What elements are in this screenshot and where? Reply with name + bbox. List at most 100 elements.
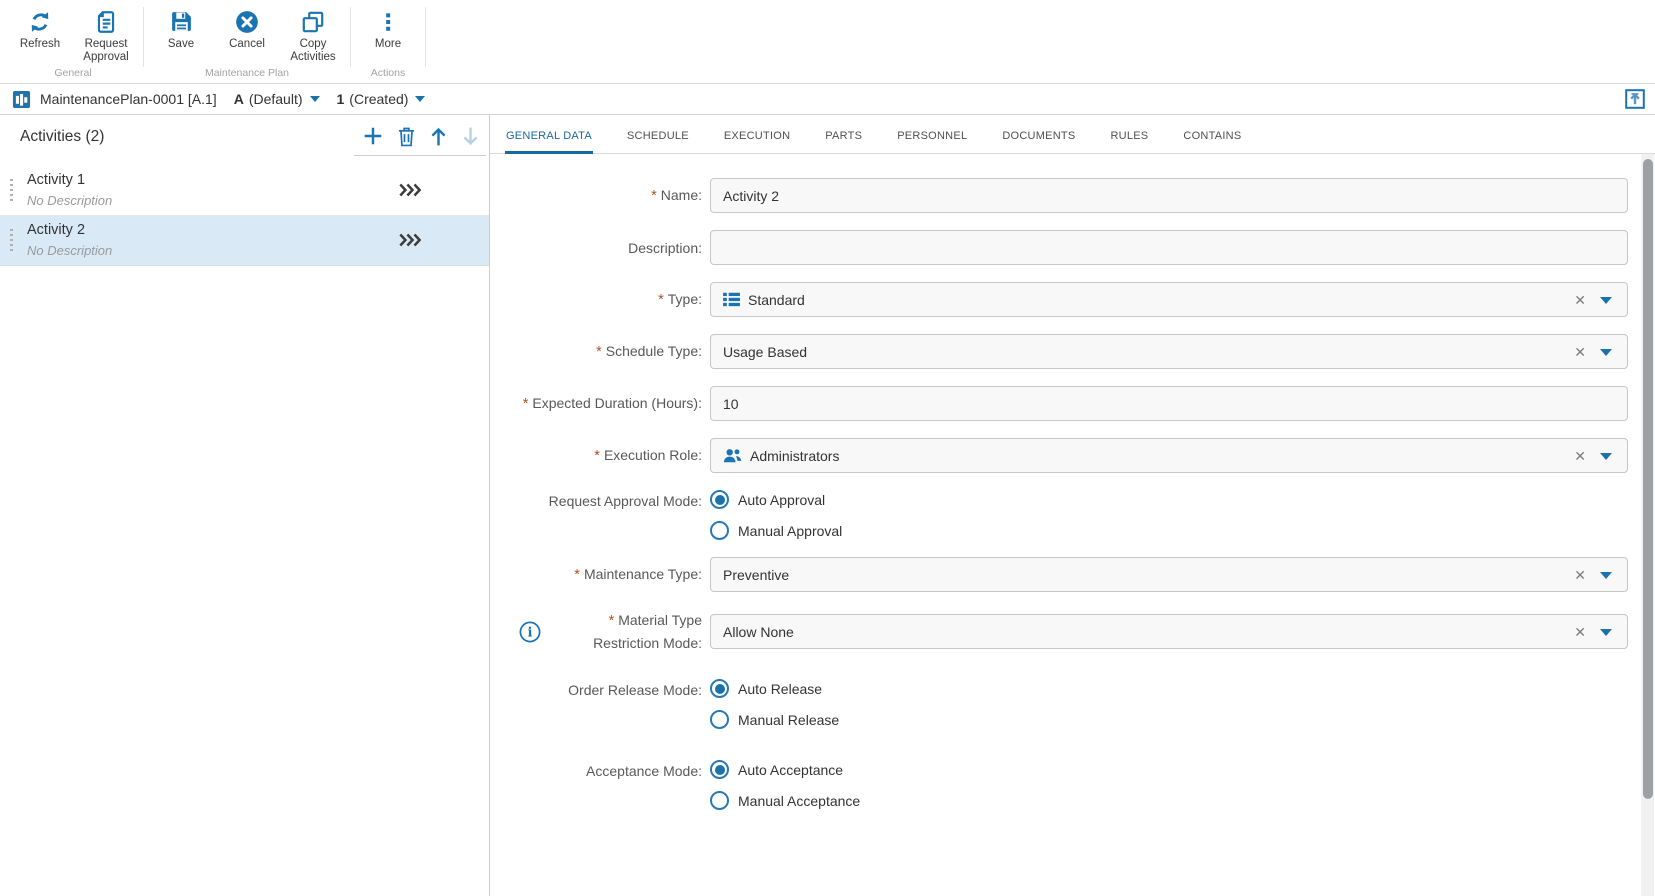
radio-option-manual-release[interactable]: Manual Release	[710, 710, 839, 729]
toolbar-separator	[350, 7, 351, 67]
radio-selected-icon[interactable]	[710, 760, 729, 779]
activity-list-item[interactable]: Activity 1 No Description	[0, 166, 489, 216]
form-row-execution-role: *Execution Role: Administrators ✕	[490, 438, 1655, 473]
form-row-description: Description:	[490, 230, 1655, 265]
type-dropdown[interactable]: Standard ✕	[710, 282, 1628, 317]
radio-unselected-icon[interactable]	[710, 791, 729, 810]
move-down-icon[interactable]	[461, 126, 480, 147]
radio-selected-icon[interactable]	[710, 679, 729, 698]
save-button[interactable]: Save	[149, 5, 213, 65]
open-in-window-icon[interactable]	[1625, 89, 1645, 109]
radio-option-manual-approval[interactable]: Manual Approval	[710, 521, 842, 540]
clear-icon[interactable]: ✕	[1574, 623, 1586, 641]
refresh-icon	[27, 8, 53, 35]
maintenance-plan-icon	[12, 90, 31, 109]
execution-role-dropdown[interactable]: Administrators ✕	[710, 438, 1628, 473]
maintenance-type-dropdown[interactable]: Preventive ✕	[710, 557, 1628, 592]
more-button[interactable]: More	[356, 5, 420, 52]
activities-panel: Activities (2)	[0, 115, 490, 896]
activity-description: No Description	[27, 243, 112, 258]
open-activity-chevrons-icon[interactable]	[398, 233, 421, 247]
maintenance-type-value: Preventive	[723, 567, 789, 583]
clear-icon[interactable]: ✕	[1574, 447, 1586, 465]
form-row-order-release-mode: Order Release Mode: Auto Release Manual …	[490, 679, 1655, 729]
dropdown-caret-icon[interactable]	[1600, 349, 1612, 356]
activities-header: Activities (2)	[0, 115, 489, 166]
form-row-name: *Name:	[490, 178, 1655, 213]
main-area: Activities (2)	[0, 115, 1655, 896]
radio-unselected-icon[interactable]	[710, 710, 729, 729]
radio-option-auto-release[interactable]: Auto Release	[710, 679, 839, 698]
required-asterisk: *	[596, 344, 602, 360]
activity-list-item-selected[interactable]: Activity 2 No Description	[0, 216, 489, 266]
info-icon[interactable]: i	[519, 621, 541, 643]
form-row-material-type-restriction: i *Material Type Restriction Mode: Allow…	[490, 609, 1655, 654]
tab-rules[interactable]: RULES	[1109, 130, 1149, 154]
vertical-scrollbar[interactable]	[1641, 154, 1654, 896]
dropdown-caret-icon[interactable]	[1600, 453, 1612, 460]
material-type-restriction-dropdown[interactable]: Allow None ✕	[710, 614, 1628, 649]
radio-option-manual-acceptance[interactable]: Manual Acceptance	[710, 791, 860, 810]
dropdown-caret-icon[interactable]	[1600, 629, 1612, 636]
drag-handle-icon[interactable]	[10, 229, 13, 254]
name-input[interactable]	[710, 178, 1628, 213]
required-asterisk: *	[609, 613, 615, 629]
object-title-bar: MaintenancePlan-0001 [A.1] A (Default) 1…	[0, 84, 1655, 115]
request-approval-button[interactable]: Request Approval	[74, 5, 138, 65]
tab-documents[interactable]: DOCUMENTS	[1001, 130, 1076, 154]
app-window: Refresh Request Approval General Save	[0, 0, 1655, 896]
tab-general-data[interactable]: GENERAL DATA	[505, 130, 593, 154]
radio-option-auto-approval[interactable]: Auto Approval	[710, 490, 842, 509]
clear-icon[interactable]: ✕	[1574, 291, 1586, 309]
schedule-type-dropdown[interactable]: Usage Based ✕	[710, 334, 1628, 369]
radio-label: Manual Acceptance	[738, 793, 860, 809]
required-asterisk: *	[594, 448, 600, 464]
form-row-type: *Type: Standard ✕	[490, 282, 1655, 317]
radio-label: Auto Acceptance	[738, 762, 843, 778]
copy-activities-button[interactable]: Copy Activities	[281, 5, 345, 65]
expected-duration-input[interactable]	[710, 386, 1628, 421]
request-approval-radio-group: Auto Approval Manual Approval	[710, 490, 842, 540]
tab-personnel[interactable]: PERSONNEL	[896, 130, 968, 154]
list-type-icon	[723, 292, 740, 307]
required-asterisk: *	[658, 292, 664, 308]
tab-parts[interactable]: PARTS	[824, 130, 863, 154]
button-label: More	[375, 38, 401, 51]
revision-dropdown-caret-icon[interactable]	[310, 96, 320, 102]
people-icon	[723, 448, 742, 463]
activity-description: No Description	[27, 193, 112, 208]
move-up-icon[interactable]	[429, 126, 448, 147]
button-label: Cancel	[229, 38, 265, 51]
order-release-radio-group: Auto Release Manual Release	[710, 679, 839, 729]
version-dropdown-caret-icon[interactable]	[415, 96, 425, 102]
tab-execution[interactable]: EXECUTION	[723, 130, 791, 154]
radio-selected-icon[interactable]	[710, 490, 729, 509]
clear-icon[interactable]: ✕	[1574, 566, 1586, 584]
tab-contains[interactable]: CONTAINS	[1182, 130, 1242, 154]
delete-icon[interactable]	[397, 126, 416, 147]
radio-unselected-icon[interactable]	[710, 521, 729, 540]
field-label: Acceptance Mode:	[490, 760, 702, 782]
add-icon[interactable]	[362, 125, 384, 147]
material-type-restriction-value: Allow None	[723, 624, 794, 640]
type-value: Standard	[748, 292, 805, 308]
schedule-type-value: Usage Based	[723, 344, 807, 360]
clear-icon[interactable]: ✕	[1574, 343, 1586, 361]
toolbar-group-caption: General	[8, 67, 138, 79]
dropdown-caret-icon[interactable]	[1600, 297, 1612, 304]
radio-option-auto-acceptance[interactable]: Auto Acceptance	[710, 760, 860, 779]
drag-handle-icon[interactable]	[10, 179, 13, 204]
cancel-button[interactable]: Cancel	[215, 5, 279, 65]
button-label: Refresh	[20, 38, 60, 51]
refresh-button[interactable]: Refresh	[8, 5, 72, 65]
button-label: Request Approval	[80, 38, 132, 64]
description-input[interactable]	[710, 230, 1628, 265]
dropdown-caret-icon[interactable]	[1600, 572, 1612, 579]
svg-text:i: i	[528, 625, 533, 640]
tab-schedule[interactable]: SCHEDULE	[626, 130, 690, 154]
scrollbar-thumb[interactable]	[1643, 159, 1653, 799]
required-asterisk: *	[651, 188, 657, 204]
activities-actions-toolbar	[354, 123, 486, 156]
open-activity-chevrons-icon[interactable]	[398, 183, 421, 197]
form-row-expected-duration: *Expected Duration (Hours):	[490, 386, 1655, 421]
